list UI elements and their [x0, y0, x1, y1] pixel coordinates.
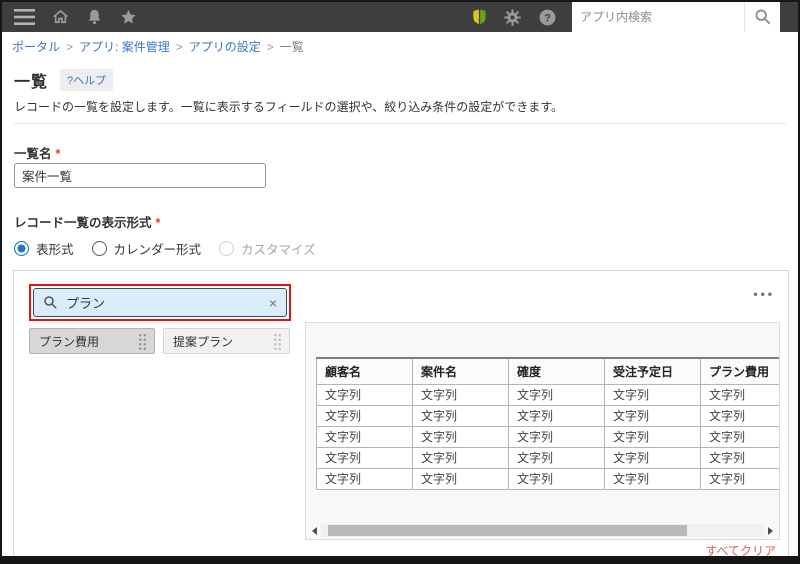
scrollbar-thumb[interactable]: [328, 525, 687, 536]
scroll-left-arrow-icon[interactable]: [308, 524, 321, 537]
column-header[interactable]: 受注予定日: [604, 357, 701, 385]
breadcrumb-link-app[interactable]: アプリ: 案件管理: [79, 38, 170, 55]
breadcrumb-current: 一覧: [279, 40, 304, 54]
beginner-mark-icon[interactable]: [472, 8, 487, 26]
drag-handle-icon[interactable]: [138, 332, 147, 350]
table-header-row: 顧客名 案件名 確度 受注予定日 プラン費用: [316, 357, 779, 385]
drag-handle-icon[interactable]: [273, 332, 282, 350]
required-mark: *: [155, 216, 161, 230]
home-icon[interactable]: [51, 8, 70, 26]
breadcrumb-link-portal[interactable]: ポータル: [12, 38, 60, 55]
clear-all-link[interactable]: すべてクリア: [705, 542, 776, 556]
display-format-label: レコード一覧の表示形式 *: [14, 216, 161, 230]
app-window: ? ポータル > アプリ: 案件管理 > アプリの設定 > 一覧 一覧 ?ヘルプ…: [0, 0, 800, 564]
list-name-label: 一覧名 *: [14, 147, 61, 161]
breadcrumb: ポータル > アプリ: 案件管理 > アプリの設定 > 一覧: [12, 38, 304, 55]
help-link[interactable]: ?ヘルプ: [60, 69, 114, 91]
field-chip-proposal-plan[interactable]: 提案プラン: [163, 328, 290, 354]
gear-icon[interactable]: [503, 8, 522, 27]
column-header[interactable]: 案件名: [412, 357, 509, 385]
radio-circle-checked-icon: [14, 241, 29, 256]
radio-circle-disabled-icon: [219, 241, 235, 256]
star-icon[interactable]: [119, 8, 138, 26]
field-picker-panel: × プラン費用 提案プラン ••• 顧客名 案件名 確度: [13, 270, 789, 556]
horizontal-scrollbar[interactable]: [308, 524, 777, 537]
search-icon: [755, 9, 770, 25]
field-search-box: ×: [33, 288, 287, 317]
display-format-radio-group: 表形式 カレンダー形式 カスタマイズ: [14, 239, 316, 258]
help-icon[interactable]: ?: [538, 8, 557, 27]
notification-bell-icon[interactable]: [86, 8, 103, 26]
page-description: レコードの一覧を設定します。一覧に表示するフィールドの選択や、絞り込み条件の設定…: [14, 100, 564, 114]
app-search-box: [572, 2, 780, 32]
list-preview-panel: 顧客名 案件名 確度 受注予定日 プラン費用 文字列 文字列 文字列 文字列 文字列 文…: [305, 322, 780, 540]
breadcrumb-separator: >: [175, 39, 183, 54]
radio-circle-icon: [91, 241, 107, 256]
table-row: 文字列 文字列 文字列 文字列 文字列: [316, 467, 779, 490]
required-mark: *: [55, 147, 61, 161]
radio-calendar-format[interactable]: カレンダー形式: [91, 239, 201, 258]
scrollbar-track[interactable]: [321, 524, 764, 537]
top-bar-right-icons: ?: [472, 2, 557, 32]
title-row: 一覧 ?ヘルプ: [14, 68, 114, 92]
top-bar: ?: [2, 2, 798, 32]
search-button[interactable]: [744, 2, 780, 32]
table-row: 文字列 文字列 文字列 文字列 文字列: [316, 425, 779, 448]
column-header[interactable]: プラン費用: [700, 357, 779, 385]
list-name-input[interactable]: [14, 163, 266, 188]
divider: [14, 123, 786, 124]
field-chip-plan-cost[interactable]: プラン費用: [29, 328, 155, 354]
clear-search-icon[interactable]: ×: [269, 296, 277, 310]
table-row: 文字列 文字列 文字列 文字列 文字列: [316, 404, 779, 427]
preview-table: 顧客名 案件名 確度 受注予定日 プラン費用 文字列 文字列 文字列 文字列 文字列 文…: [316, 357, 779, 490]
breadcrumb-link-app-settings[interactable]: アプリの設定: [189, 38, 261, 55]
scroll-right-arrow-icon[interactable]: [764, 524, 777, 537]
search-icon: [44, 296, 57, 309]
options-menu-icon[interactable]: •••: [753, 287, 775, 301]
preview-table-wrap: 顧客名 案件名 確度 受注予定日 プラン費用 文字列 文字列 文字列 文字列 文字列 文…: [316, 357, 779, 490]
field-search-input[interactable]: [66, 295, 261, 310]
column-header[interactable]: 確度: [508, 357, 605, 385]
table-row: 文字列 文字列 文字列 文字列 文字列: [316, 446, 779, 469]
menu-icon[interactable]: [14, 9, 35, 25]
table-row: 文字列 文字列 文字列 文字列 文字列: [316, 383, 779, 406]
breadcrumb-separator: >: [266, 39, 274, 54]
page-title: 一覧: [14, 74, 49, 91]
breadcrumb-separator: >: [66, 39, 74, 54]
app-search-input[interactable]: [572, 2, 744, 32]
svg-text:?: ?: [544, 12, 551, 24]
radio-table-format[interactable]: 表形式: [14, 239, 74, 258]
annotation-highlight-box: ×: [29, 284, 291, 321]
column-header[interactable]: 顧客名: [316, 357, 413, 385]
radio-customize-format: カスタマイズ: [219, 239, 316, 258]
